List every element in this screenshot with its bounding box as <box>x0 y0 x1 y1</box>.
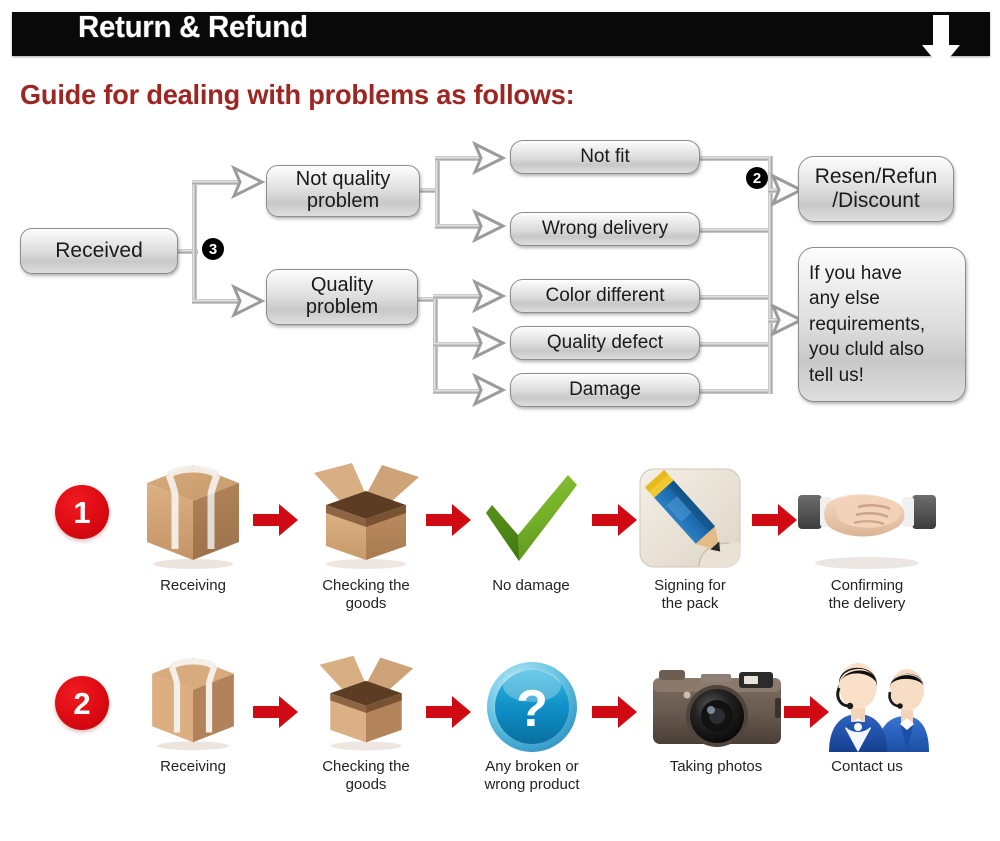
step-label: No damage <box>492 577 570 594</box>
flow-node-line: Not quality <box>295 168 391 191</box>
flow-node-else-requirements[interactable]: If you have any else requirements, you c… <box>798 247 966 402</box>
process-step-taking-photos[interactable]: Taking photos <box>636 650 796 776</box>
step-label: Confirming the delivery <box>828 577 906 613</box>
flow-node-resend-refund-discount[interactable]: Resen/Refun /Discount <box>798 156 954 222</box>
flow-node-damage[interactable]: Damage <box>510 373 700 407</box>
flow-node-quality-defect[interactable]: Quality defect <box>510 326 700 360</box>
step-art <box>296 650 436 754</box>
flow-node-line: tell us! <box>809 364 864 386</box>
red-arrow-icon <box>253 696 298 728</box>
red-arrow-icon <box>253 504 298 536</box>
handshake-icon <box>798 494 936 569</box>
process-step-checking-goods[interactable]: Checking the goods <box>296 455 436 614</box>
step-label: Receiving <box>160 577 226 594</box>
flow-node-line: problem <box>305 296 379 318</box>
process-step-no-damage[interactable]: No damage <box>468 455 594 595</box>
step-art <box>126 650 260 754</box>
flow-node-received[interactable]: Received <box>20 228 178 274</box>
step-art <box>468 455 594 573</box>
flow-node-line: Quality <box>310 274 374 297</box>
camera-icon <box>653 670 781 747</box>
flow-node-line: Resen/Refun <box>814 165 938 189</box>
svg-text:?: ? <box>516 680 548 738</box>
flow-node-line: requirements, <box>809 313 926 335</box>
question-mark-icon: ? <box>487 662 577 752</box>
support-agents-icon <box>829 663 929 752</box>
red-arrow-icon <box>592 696 637 728</box>
red-arrow-icon <box>426 504 471 536</box>
step-label: Signing for the pack <box>654 577 726 613</box>
process-row-1: 1 Receiving Checking the goods No damage… <box>0 455 1000 645</box>
sealed-box-icon <box>147 465 239 569</box>
step-art: ? <box>462 650 602 754</box>
step-art <box>800 650 934 754</box>
process-step-signing-for-pack[interactable]: Signing for the pack <box>626 455 754 614</box>
flow-node-line: If you have <box>809 262 902 284</box>
process-step-any-broken-wrong[interactable]: ? Any broken or wrong product <box>462 650 602 795</box>
process-step-contact-us[interactable]: Contact us <box>800 650 934 776</box>
flow-node-color-different[interactable]: Color different <box>510 279 700 313</box>
flow-node-line: problem <box>306 190 380 212</box>
page-title: Return & Refund <box>78 9 308 44</box>
pencil-sign-icon <box>639 468 741 568</box>
step-art <box>296 455 436 573</box>
sealed-box-icon <box>152 657 234 751</box>
step-label: Any broken or wrong product <box>484 758 580 794</box>
open-box-icon <box>319 655 414 751</box>
step-label: Receiving <box>160 758 226 775</box>
step-art <box>636 650 796 754</box>
flow-marker-two: 2 <box>746 167 768 189</box>
flow-node-wrong-delivery[interactable]: Wrong delivery <box>510 212 700 246</box>
flow-node-line: /Discount <box>832 189 920 212</box>
process-step-receiving[interactable]: Receiving <box>126 650 260 776</box>
flow-node-not-quality-problem[interactable]: Not quality problem <box>266 165 420 217</box>
step-label: Taking photos <box>669 758 763 775</box>
flow-node-quality-problem[interactable]: Quality problem <box>266 269 418 325</box>
flow-node-line: any else <box>809 288 880 310</box>
step-art <box>792 455 942 573</box>
guide-heading: Guide for dealing with problems as follo… <box>20 79 575 110</box>
process-step-confirming-delivery[interactable]: Confirming the delivery <box>792 455 942 614</box>
process-step-receiving[interactable]: Receiving <box>126 455 260 595</box>
row-number-badge: 2 <box>55 676 109 730</box>
step-label: Checking the goods <box>322 577 410 613</box>
flowchart: Received 3 Not quality problem Quality p… <box>0 130 1000 430</box>
open-box-icon <box>314 463 419 569</box>
flow-node-not-fit[interactable]: Not fit <box>510 140 700 174</box>
green-check-icon <box>486 475 577 561</box>
row-number-badge: 1 <box>55 485 109 539</box>
process-row-2: 2 Receiving Checking the goods ? Any bro… <box>0 650 1000 840</box>
process-step-checking-goods[interactable]: Checking the goods <box>296 650 436 795</box>
arrow-down-icon <box>922 15 960 68</box>
step-label: Contact us <box>831 758 903 775</box>
step-art <box>626 455 754 573</box>
step-label: Checking the goods <box>322 758 410 794</box>
step-art <box>126 455 260 573</box>
flow-marker-three: 3 <box>202 238 224 260</box>
flow-node-line: you cluld also <box>809 339 925 361</box>
